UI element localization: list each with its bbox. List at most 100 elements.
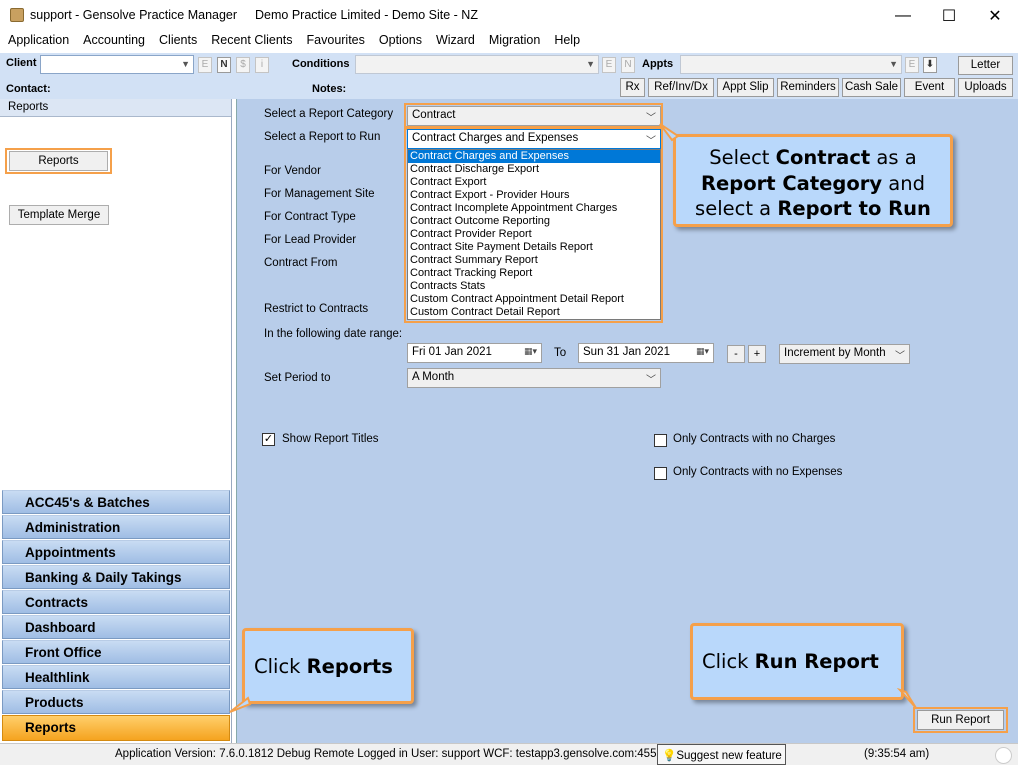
from-date-value: Fri 01 Jan 2021 xyxy=(412,346,492,358)
decrement-period-button[interactable]: - xyxy=(727,345,745,363)
reports-button[interactable]: Reports xyxy=(9,151,108,171)
period-select[interactable]: A Month ﹀ xyxy=(407,368,661,388)
menu-migration[interactable]: Migration xyxy=(489,31,540,51)
to-date-picker[interactable]: Sun 31 Jan 2021 ▦▾ xyxy=(578,343,714,363)
report-option[interactable]: Contract Export xyxy=(408,176,660,189)
for-contract-type-label: For Contract Type xyxy=(264,211,356,223)
restrict-to-contracts-label: Restrict to Contracts xyxy=(264,303,369,315)
left-panel: Reports Reports Template Merge ACC45's &… xyxy=(0,99,232,744)
template-merge-button[interactable]: Template Merge xyxy=(9,205,109,225)
report-option[interactable]: Contract Outcome Reporting xyxy=(408,215,660,228)
report-option[interactable]: Contract Provider Report xyxy=(408,228,660,241)
conditions-combo[interactable]: ▼ xyxy=(355,55,599,74)
report-option[interactable]: Contract Charges and Expenses xyxy=(408,150,660,163)
category-select[interactable]: Contract ﹀ xyxy=(407,106,661,126)
menu-options[interactable]: Options xyxy=(379,31,422,51)
increment-period-button[interactable]: + xyxy=(748,345,766,363)
menu-bar: Application Accounting Clients Recent Cl… xyxy=(0,31,1018,51)
cash-sale-button[interactable]: Cash Sale xyxy=(842,78,901,97)
callout-pointer xyxy=(659,123,680,142)
menu-recent-clients[interactable]: Recent Clients xyxy=(211,31,292,51)
status-indicator-icon xyxy=(995,747,1012,764)
nav-contracts[interactable]: Contracts xyxy=(2,590,230,614)
to-label: To xyxy=(554,347,567,359)
menu-accounting[interactable]: Accounting xyxy=(83,31,145,51)
conditions-e-button[interactable]: E xyxy=(602,57,616,73)
report-option[interactable]: Contract Summary Report xyxy=(408,254,660,267)
nav-front-office[interactable]: Front Office xyxy=(2,640,230,664)
from-date-picker[interactable]: Fri 01 Jan 2021 ▦▾ xyxy=(407,343,542,363)
click-run-report-callout: Click Run Report xyxy=(690,623,904,700)
client-n-button[interactable]: N xyxy=(217,57,231,73)
run-report-button[interactable]: Run Report xyxy=(917,710,1004,730)
minimize-icon[interactable]: — xyxy=(880,0,926,31)
nav-healthlink[interactable]: Healthlink xyxy=(2,665,230,689)
title-bar: support - Gensolve Practice Manager Demo… xyxy=(0,0,1018,31)
download-icon[interactable]: ⬇ xyxy=(923,57,937,73)
nav-dashboard[interactable]: Dashboard xyxy=(2,615,230,639)
chevron-down-icon: ▼ xyxy=(586,59,595,69)
menu-favourites[interactable]: Favourites xyxy=(307,31,365,51)
report-option[interactable]: Custom Contract Detail Report xyxy=(408,306,660,319)
version-text: Application Version: 7.6.0.1812 Debug Re… xyxy=(115,748,663,760)
app-icon xyxy=(10,8,24,22)
nav-acc45-batches[interactable]: ACC45's & Batches xyxy=(2,490,230,514)
client-label: Client xyxy=(6,57,37,69)
nav-products[interactable]: Products xyxy=(2,690,230,714)
client-dollar-button[interactable]: $ xyxy=(236,57,250,73)
no-expenses-checkbox[interactable] xyxy=(654,467,667,480)
category-label: Select a Report Category xyxy=(264,108,394,120)
no-charges-checkbox[interactable] xyxy=(654,434,667,447)
no-charges-label: Only Contracts with no Charges xyxy=(673,433,836,445)
menu-wizard[interactable]: Wizard xyxy=(436,31,475,51)
appts-combo[interactable]: ▼ xyxy=(680,55,902,74)
appts-e-button[interactable]: E xyxy=(905,57,919,73)
suggest-feature-button[interactable]: 💡Suggest new feature xyxy=(657,744,786,765)
menu-application[interactable]: Application xyxy=(8,31,69,51)
left-panel-header: Reports xyxy=(0,99,231,117)
category-value: Contract xyxy=(412,109,456,121)
clock-text: (9:35:54 am) xyxy=(864,748,930,760)
increment-select[interactable]: Increment by Month ﹀ xyxy=(779,344,910,364)
calendar-icon: ▦▾ xyxy=(523,346,537,356)
contract-from-label: Contract From xyxy=(264,257,338,269)
reminders-button[interactable]: Reminders xyxy=(777,78,839,97)
report-option[interactable]: Contracts Stats xyxy=(408,280,660,293)
window-title: support - Gensolve Practice Manager xyxy=(30,8,238,22)
nav-administration[interactable]: Administration xyxy=(2,515,230,539)
nav-appointments[interactable]: Appointments xyxy=(2,540,230,564)
uploads-button[interactable]: Uploads xyxy=(958,78,1013,97)
callout-pointer xyxy=(229,696,252,713)
client-info-button[interactable]: i xyxy=(255,57,269,73)
conditions-n-button[interactable]: N xyxy=(621,57,635,73)
nav-reports[interactable]: Reports xyxy=(2,715,230,741)
letter-button[interactable]: Letter xyxy=(958,56,1013,75)
client-toolbar: Client ▼ E N $ i Conditions ▼ E N Appts … xyxy=(0,53,1018,99)
conditions-label: Conditions xyxy=(292,58,350,70)
no-expenses-label: Only Contracts with no Expenses xyxy=(673,466,843,478)
report-option[interactable]: Contract Tracking Report xyxy=(408,267,660,280)
report-option[interactable]: Contract Site Payment Details Report xyxy=(408,241,660,254)
maximize-icon[interactable]: ☐ xyxy=(926,0,972,31)
callout-pointer xyxy=(896,688,917,709)
menu-clients[interactable]: Clients xyxy=(159,31,197,51)
event-button[interactable]: Event xyxy=(904,78,955,97)
lightbulb-icon: 💡 xyxy=(662,750,677,762)
appt-slip-button[interactable]: Appt Slip xyxy=(717,78,774,97)
report-option[interactable]: Contract Incomplete Appointment Charges xyxy=(408,202,660,215)
menu-help[interactable]: Help xyxy=(554,31,580,51)
report-option[interactable]: Contract Discharge Export xyxy=(408,163,660,176)
rx-button[interactable]: Rx xyxy=(620,78,645,97)
nav-banking-daily-takings[interactable]: Banking & Daily Takings xyxy=(2,565,230,589)
period-value: A Month xyxy=(412,371,455,383)
close-icon[interactable]: ✕ xyxy=(972,0,1018,31)
report-select[interactable]: Contract Charges and Expenses ﹀ xyxy=(407,129,661,149)
chevron-down-icon: ﹀ xyxy=(646,136,656,147)
client-combo[interactable]: ▼ xyxy=(40,55,194,74)
ref-inv-dx-button[interactable]: Ref/Inv/Dx xyxy=(648,78,714,97)
to-date-value: Sun 31 Jan 2021 xyxy=(583,346,670,358)
report-option[interactable]: Contract Export - Provider Hours xyxy=(408,189,660,202)
report-option[interactable]: Custom Contract Appointment Detail Repor… xyxy=(408,293,660,306)
client-e-button[interactable]: E xyxy=(198,57,212,73)
show-titles-checkbox[interactable]: ✓ xyxy=(262,433,275,446)
